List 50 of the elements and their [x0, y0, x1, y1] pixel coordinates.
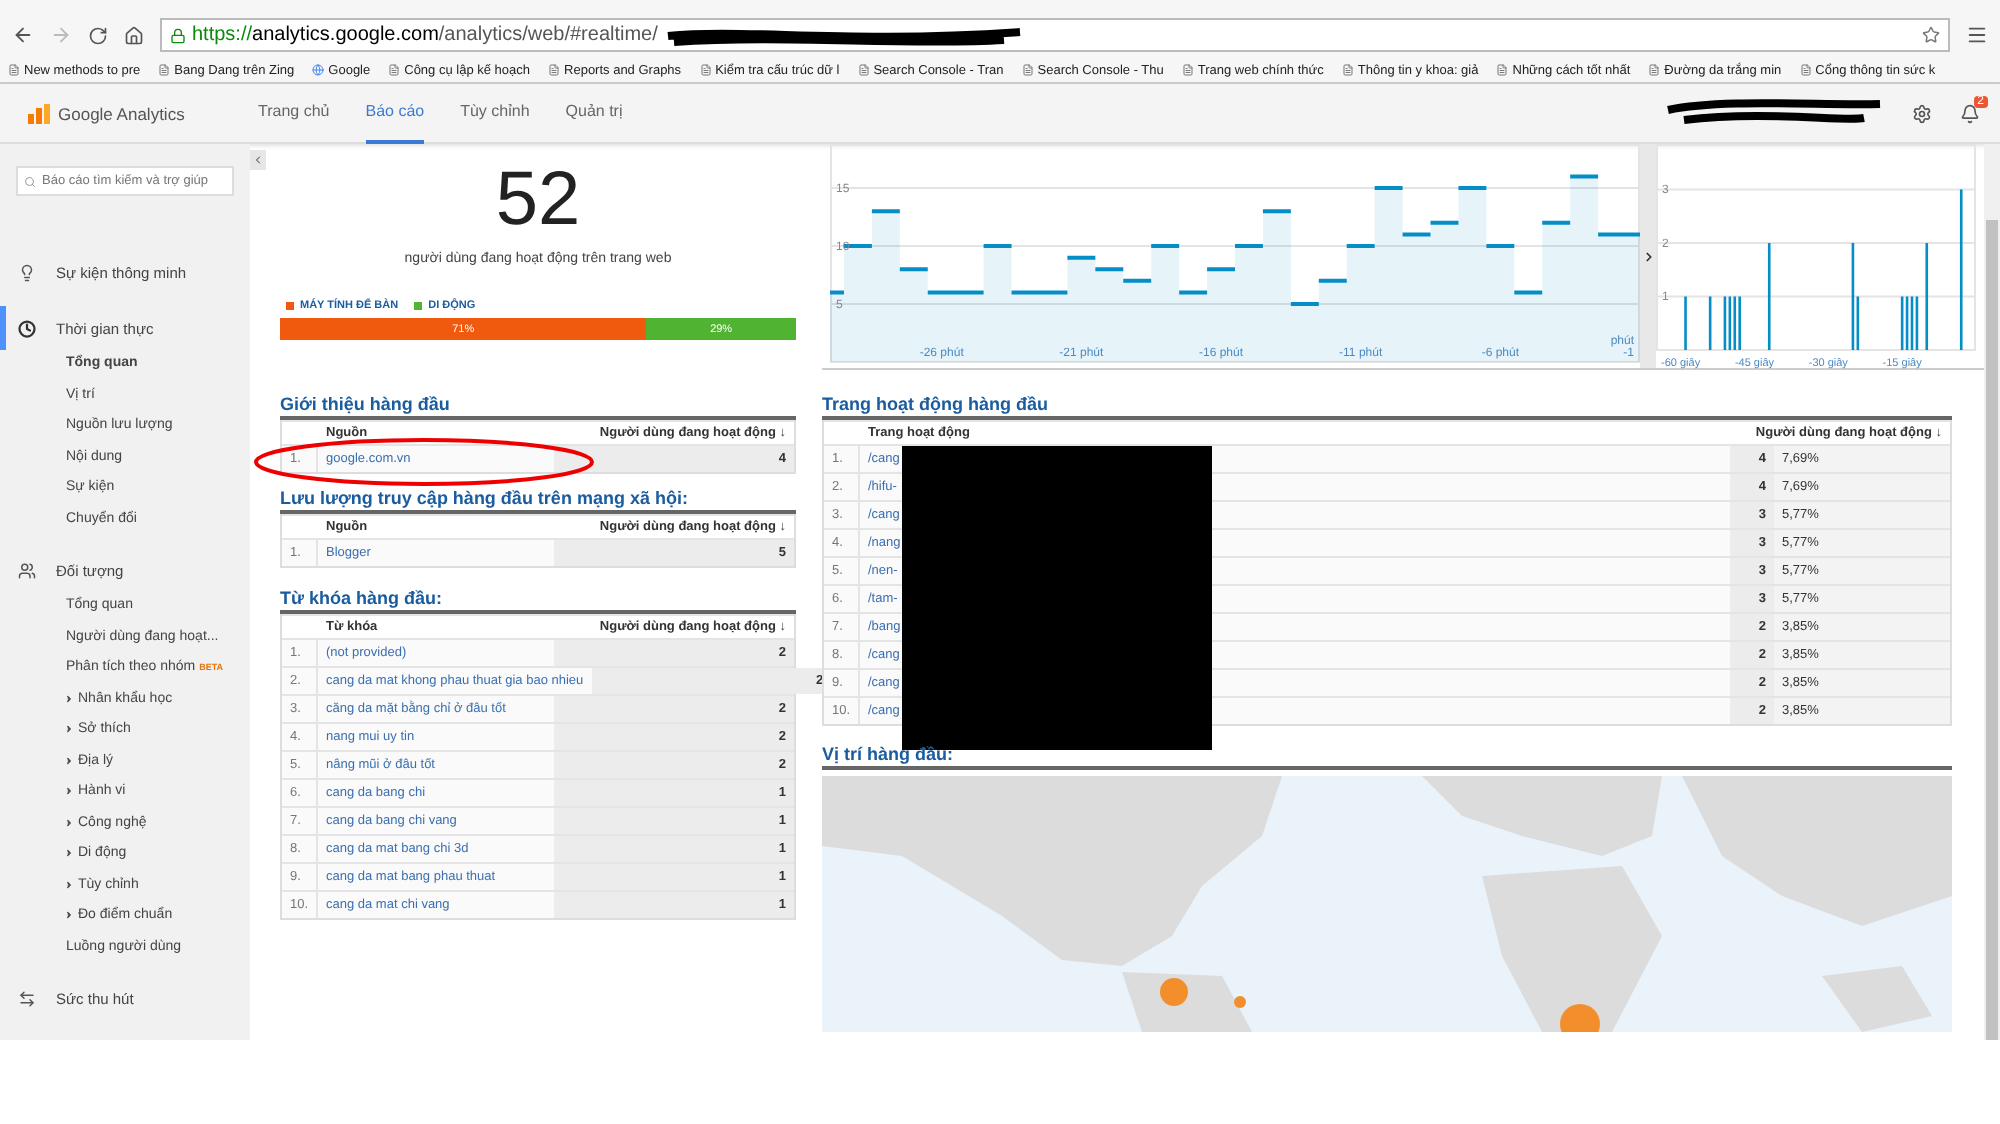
- expand-icon: [64, 910, 74, 921]
- settings-icon[interactable]: [1912, 103, 1932, 123]
- expand-icon: [64, 786, 74, 797]
- nav-tab[interactable]: Tùy chỉnh: [460, 83, 530, 143]
- expand-icon: [64, 848, 74, 859]
- active-user-count: 52: [495, 160, 581, 240]
- expand-icon: [64, 724, 74, 735]
- scrollbar[interactable]: [1984, 144, 2000, 1040]
- clock-icon: [18, 319, 36, 337]
- section-title: Vị trí hàng đầu:: [822, 744, 1952, 770]
- address-bar[interactable]: https://analytics.google.com/analytics/web/#realtime/: [160, 18, 1950, 52]
- nav-tab[interactable]: Quản trị: [565, 83, 623, 143]
- page-icon: [1648, 64, 1661, 76]
- page-icon: [1341, 64, 1354, 76]
- chart-logo-icon: [28, 103, 50, 123]
- page-icon: [1181, 64, 1194, 76]
- page-icon: [548, 64, 561, 76]
- nav-tab[interactable]: Báo cáo: [365, 83, 425, 143]
- chart-toggle[interactable]: [1640, 144, 1656, 368]
- page-icon: [158, 64, 171, 76]
- expand-icon: [64, 879, 74, 890]
- page-icon: [1021, 64, 1034, 76]
- nav-tab[interactable]: Trang chủ: [258, 83, 330, 143]
- page-icon: [857, 64, 870, 76]
- people-icon: [18, 561, 36, 579]
- page-icon: [8, 64, 20, 76]
- app-logo: Google Analytics: [28, 103, 258, 123]
- collapse-button[interactable]: [250, 150, 266, 170]
- arrows-icon: [18, 989, 36, 1007]
- page-icon: [1496, 64, 1509, 76]
- expand-icon: [64, 693, 74, 704]
- bell-icon: [1960, 103, 1980, 123]
- chevron-right-icon: [1641, 249, 1655, 263]
- page-icon: [699, 64, 712, 76]
- page-icon: [388, 64, 401, 76]
- lock-icon: [170, 27, 186, 43]
- menu-icon[interactable]: [1966, 24, 1988, 46]
- expand-icon: [64, 755, 74, 766]
- home-icon[interactable]: [124, 25, 144, 45]
- bookmark-star-icon[interactable]: [1922, 26, 1940, 44]
- globe-icon: [312, 64, 325, 76]
- page-icon: [1799, 64, 1812, 76]
- active-indicator: [0, 306, 6, 350]
- chevron-left-icon: [252, 154, 264, 166]
- back-icon[interactable]: [12, 24, 34, 46]
- expand-icon: [64, 817, 74, 828]
- reload-icon[interactable]: [88, 25, 108, 45]
- search-icon: [24, 175, 36, 187]
- lightbulb-icon: [18, 263, 36, 281]
- url-text: https://analytics.google.com/analytics/web/#realtime/: [192, 24, 658, 46]
